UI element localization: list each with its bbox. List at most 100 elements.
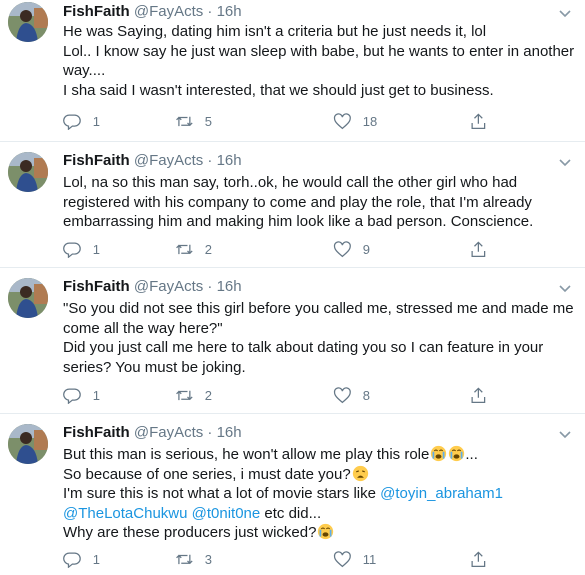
tweet-actions: 1 3 11 xyxy=(63,549,493,569)
like-count: 18 xyxy=(362,113,378,129)
like-button[interactable]: 18 xyxy=(333,111,377,131)
tweet[interactable]: FishFaith @FayActs · 16h Lol, na so this… xyxy=(0,142,585,268)
loudly-crying-face-emoji xyxy=(449,445,465,462)
mention-link[interactable]: @TheLotaChukwu xyxy=(63,505,187,522)
tweet-line: way.... xyxy=(63,62,106,80)
separator-dot: · xyxy=(207,424,213,441)
tweet-line: So because of one series, i must date yo… xyxy=(63,465,578,485)
like-button[interactable]: 11 xyxy=(333,549,376,569)
display-name[interactable]: FishFaith xyxy=(63,152,130,169)
heart-icon xyxy=(333,112,351,129)
tweet-line: I sha said I wasn't interested, that we … xyxy=(63,81,494,99)
display-name[interactable]: FishFaith xyxy=(63,424,130,441)
tweet-line: I'm sure this is not what a lot of movie… xyxy=(63,484,578,504)
user-handle[interactable]: @FayActs xyxy=(134,3,203,20)
retweet-button[interactable]: 5 xyxy=(175,111,212,131)
reply-icon xyxy=(63,114,81,131)
user-handle[interactable]: @FayActs xyxy=(134,152,203,169)
retweet-icon xyxy=(176,244,193,254)
tweet-line: @TheLotaChukwu @t0nit0ne etc did... xyxy=(63,504,578,524)
mention-link[interactable]: @t0nit0ne xyxy=(192,505,261,522)
retweet-count: 2 xyxy=(204,387,212,403)
reply-button[interactable]: 1 xyxy=(63,385,100,405)
tweet-text: He was Saying, dating him isn't a criter… xyxy=(63,22,578,100)
tweet-text-segment: ... xyxy=(465,446,478,463)
share-icon xyxy=(471,113,486,129)
retweet-button[interactable]: 2 xyxy=(175,239,212,259)
retweet-icon xyxy=(176,554,193,564)
tweet-actions: 1 2 8 xyxy=(63,385,493,405)
avatar[interactable] xyxy=(8,152,48,192)
separator-dot: · xyxy=(207,152,213,169)
timestamp[interactable]: 16h xyxy=(217,278,242,295)
retweet-count: 2 xyxy=(204,241,212,257)
tweet-actions: 1 2 9 xyxy=(63,239,493,259)
tweet-line: He was Saying, dating him isn't a criter… xyxy=(63,23,487,40)
tweet-text: "So you did not see this girl before you… xyxy=(63,299,578,377)
tweet-text: Lol, na so this man say, torh..ok, he wo… xyxy=(63,173,578,232)
loudly-crying-face-emoji xyxy=(318,524,334,540)
share-button[interactable] xyxy=(469,111,488,131)
reply-button[interactable]: 1 xyxy=(63,549,100,569)
tweet[interactable]: FishFaith @FayActs · 16h But this man is… xyxy=(0,414,585,575)
share-button[interactable] xyxy=(469,549,488,569)
share-icon xyxy=(471,241,486,257)
tweet-header: FishFaith @FayActs · 16h xyxy=(63,278,242,296)
display-name[interactable]: FishFaith xyxy=(63,278,130,295)
tweet-thread: FishFaith @FayActs · 16h He was Saying, … xyxy=(0,0,585,575)
user-handle[interactable]: @FayActs xyxy=(134,424,203,441)
tweet-text: But this man is serious, he won't allow … xyxy=(63,445,578,543)
tweet-line: come all the way here?" xyxy=(63,319,223,337)
share-button[interactable] xyxy=(469,239,488,259)
like-button[interactable]: 8 xyxy=(333,385,370,405)
tweet-line: Lol.. I know say he just wan sleep with … xyxy=(63,42,575,60)
heart-icon xyxy=(333,240,351,257)
tweet-line: registered with his company to come and … xyxy=(63,193,532,211)
reply-icon xyxy=(63,552,81,569)
tweet-text-segment: But this man is serious, he won't allow … xyxy=(63,446,430,463)
chevron-down-icon[interactable] xyxy=(557,5,573,21)
share-button[interactable] xyxy=(469,385,488,405)
chevron-down-icon[interactable] xyxy=(557,426,573,442)
tweet-line: Why are these producers just wicked? xyxy=(63,523,578,543)
tweet[interactable]: FishFaith @FayActs · 16h "So you did not… xyxy=(0,268,585,414)
timestamp[interactable]: 16h xyxy=(217,424,242,441)
avatar[interactable] xyxy=(8,2,48,42)
avatar[interactable] xyxy=(8,424,48,464)
heart-icon xyxy=(333,386,351,403)
retweet-button[interactable]: 3 xyxy=(175,549,212,569)
timestamp[interactable]: 16h xyxy=(217,3,242,20)
user-handle[interactable]: @FayActs xyxy=(134,278,203,295)
reply-count: 1 xyxy=(92,241,100,257)
weary-face-emoji xyxy=(352,465,368,481)
tweet-header: FishFaith @FayActs · 16h xyxy=(63,424,242,442)
tweet-text-segment: Why are these producers just wicked? xyxy=(63,524,317,542)
timestamp[interactable]: 16h xyxy=(217,152,242,169)
heart-icon xyxy=(333,550,351,567)
like-button[interactable]: 9 xyxy=(333,239,370,259)
tweet-text-segment: So because of one series, i must date yo… xyxy=(63,465,351,483)
reply-icon xyxy=(63,388,81,405)
chevron-down-icon[interactable] xyxy=(557,154,573,170)
avatar[interactable] xyxy=(8,278,48,318)
retweet-icon xyxy=(176,390,193,400)
like-count: 9 xyxy=(362,241,370,257)
tweet-header: FishFaith @FayActs · 16h xyxy=(63,3,242,21)
share-icon xyxy=(471,387,486,403)
separator-dot: · xyxy=(207,3,213,20)
reply-count: 1 xyxy=(92,551,100,567)
like-count: 8 xyxy=(362,387,370,403)
reply-button[interactable]: 1 xyxy=(63,111,100,131)
retweet-icon xyxy=(176,116,193,126)
retweet-button[interactable]: 2 xyxy=(175,385,212,405)
display-name[interactable]: FishFaith xyxy=(63,3,130,20)
tweet[interactable]: FishFaith @FayActs · 16h He was Saying, … xyxy=(0,0,585,142)
tweet-line: Lol, na so this man say, torh..ok, he wo… xyxy=(63,174,518,191)
reply-icon xyxy=(63,242,81,259)
reply-count: 1 xyxy=(92,387,100,403)
like-count: 11 xyxy=(362,551,377,567)
share-icon xyxy=(471,551,486,567)
mention-link[interactable]: @toyin_abraham1 xyxy=(380,485,503,502)
reply-button[interactable]: 1 xyxy=(63,239,100,259)
chevron-down-icon[interactable] xyxy=(557,280,573,296)
